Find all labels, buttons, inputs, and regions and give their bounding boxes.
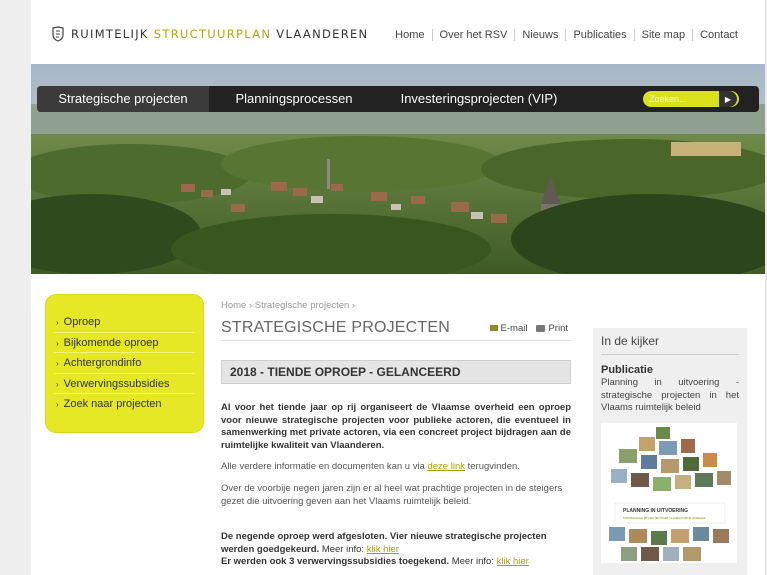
- sidebar-item-bijkomende-oproep[interactable]: › Bijkomende oproep: [54, 333, 195, 354]
- ninth-call-link[interactable]: klik hier: [367, 544, 399, 555]
- subsidy-link[interactable]: klik hier: [497, 556, 529, 567]
- mainnav-planningsprocessen[interactable]: Planningsprocessen: [209, 86, 379, 112]
- topnav-home[interactable]: Home: [388, 29, 431, 41]
- search-input[interactable]: [643, 92, 719, 106]
- announcement-heading: 2018 - TIENDE OPROEP - GELANCEERD: [221, 360, 571, 384]
- bullet-icon: ›: [56, 318, 59, 327]
- bullet-icon: ›: [56, 359, 59, 369]
- logo-word-3: VLAANDEREN: [276, 27, 369, 41]
- sidebar-item-label: Bijkomende oproep: [63, 336, 159, 349]
- logo-word-2: STRUCTUURPLAN: [153, 27, 272, 41]
- sidebar-item-label: Oproep: [63, 316, 101, 328]
- breadcrumb[interactable]: Home › Strategische projecten ›: [221, 300, 571, 311]
- featured-title: In de kijker: [601, 334, 739, 355]
- search-submit-icon[interactable]: ▶: [719, 91, 737, 107]
- print-label: Print: [548, 323, 568, 334]
- top-navigation: Home Over het RSV Nieuws Publicaties Sit…: [388, 29, 745, 41]
- sidebar-item-achtergrondinfo[interactable]: › Achtergrondinfo: [54, 353, 195, 374]
- ninth-call-paragraph: De negende oproep werd afgesloten. Vier …: [221, 531, 571, 569]
- featured-box: In de kijker Publicatie Planning in uitv…: [593, 328, 747, 575]
- subsidy-more: Meer info:: [451, 556, 494, 568]
- topnav-over-rsv[interactable]: Over het RSV: [431, 29, 515, 41]
- main-content: Home › Strategische projecten › STRATEGI…: [221, 300, 571, 569]
- bullet-icon: ›: [56, 400, 59, 410]
- sidebar-item-zoek-naar-projecten[interactable]: › Zoek naar projecten: [54, 394, 195, 415]
- logo-text: RUIMTELIJK STRUCTUURPLAN VLAANDEREN: [71, 27, 368, 41]
- info-paragraph: Alle verdere informatie en documenten ka…: [221, 461, 571, 474]
- email-link[interactable]: E-mail: [489, 323, 528, 334]
- mainnav-investeringsprojecten[interactable]: Investeringsprojecten (VIP): [379, 86, 579, 112]
- sidebar-item-oproep[interactable]: › Oproep: [54, 312, 195, 333]
- cover-subtitle: STRATEGISCHE PROJECTEN IN HET VLAAMS RUI…: [623, 516, 706, 520]
- sidebar-item-label: Achtergrondinfo: [63, 357, 142, 370]
- section-menu: › Oproep › Bijkomende oproep › Achtergrondi…: [46, 295, 203, 432]
- ninth-call-more: Meer info:: [321, 543, 365, 555]
- topnav-site-map[interactable]: Site map: [633, 29, 692, 41]
- publication-cover-image[interactable]: PLANNING IN UITVOERING STRATEGISCHE PROJ…: [601, 422, 737, 563]
- previous-paragraph: Over de voorbije negen jaren zijn er al …: [221, 482, 563, 507]
- lead-paragraph: Al voor het tiende jaar op rij organisee…: [221, 402, 571, 451]
- topnav-nieuws[interactable]: Nieuws: [514, 29, 565, 41]
- sidebar-item-verwervingssubsidies[interactable]: › Verwervingssubsidies: [54, 374, 195, 395]
- site-logo[interactable]: RUIMTELIJK STRUCTUURPLAN VLAANDEREN: [51, 26, 368, 42]
- featured-subtitle: Publicatie: [601, 364, 653, 376]
- sidebar-item-label: Verwervingssubsidies: [63, 377, 170, 390]
- print-link[interactable]: Print: [536, 323, 568, 334]
- bullet-icon: ›: [56, 338, 59, 348]
- info-tail: terugvinden.: [467, 461, 520, 473]
- email-label: E-mail: [500, 323, 528, 334]
- topnav-publicaties[interactable]: Publicaties: [565, 29, 633, 41]
- print-icon: [536, 324, 546, 332]
- bullet-icon: ›: [56, 379, 59, 389]
- site-header: RUIMTELIJK STRUCTUURPLAN VLAANDEREN Home…: [31, 0, 765, 64]
- search-box: ▶: [643, 91, 739, 107]
- hero-banner: Strategische projecten Planningsprocesse…: [31, 64, 765, 274]
- topnav-contact[interactable]: Contact: [692, 29, 745, 41]
- subsidy-bold: Er werden ook 3 verwervingssubsidies toe…: [221, 556, 450, 568]
- page-left-margin: [0, 0, 31, 575]
- info-text: Alle verdere informatie en documenten ka…: [221, 461, 425, 473]
- logo-word-1: RUIMTELIJK: [71, 27, 149, 41]
- title-row: STRATEGISCHE PROJECTEN E-mail Print: [221, 319, 571, 341]
- main-navigation: Strategische projecten Planningsprocesse…: [37, 86, 759, 112]
- info-link[interactable]: deze link: [427, 461, 465, 472]
- cover-title: PLANNING IN UITVOERING: [623, 508, 688, 514]
- featured-description[interactable]: Planning in uitvoering - strategische pr…: [601, 377, 739, 415]
- page-tools: E-mail Print: [489, 323, 568, 334]
- logo-emblem-icon: [52, 26, 64, 42]
- cover-collage: PLANNING IN UITVOERING STRATEGISCHE PROJ…: [601, 422, 737, 563]
- mainnav-strategische-projecten[interactable]: Strategische projecten: [37, 86, 209, 112]
- sidebar-item-label: Zoek naar projecten: [63, 398, 162, 411]
- email-icon: [489, 325, 498, 332]
